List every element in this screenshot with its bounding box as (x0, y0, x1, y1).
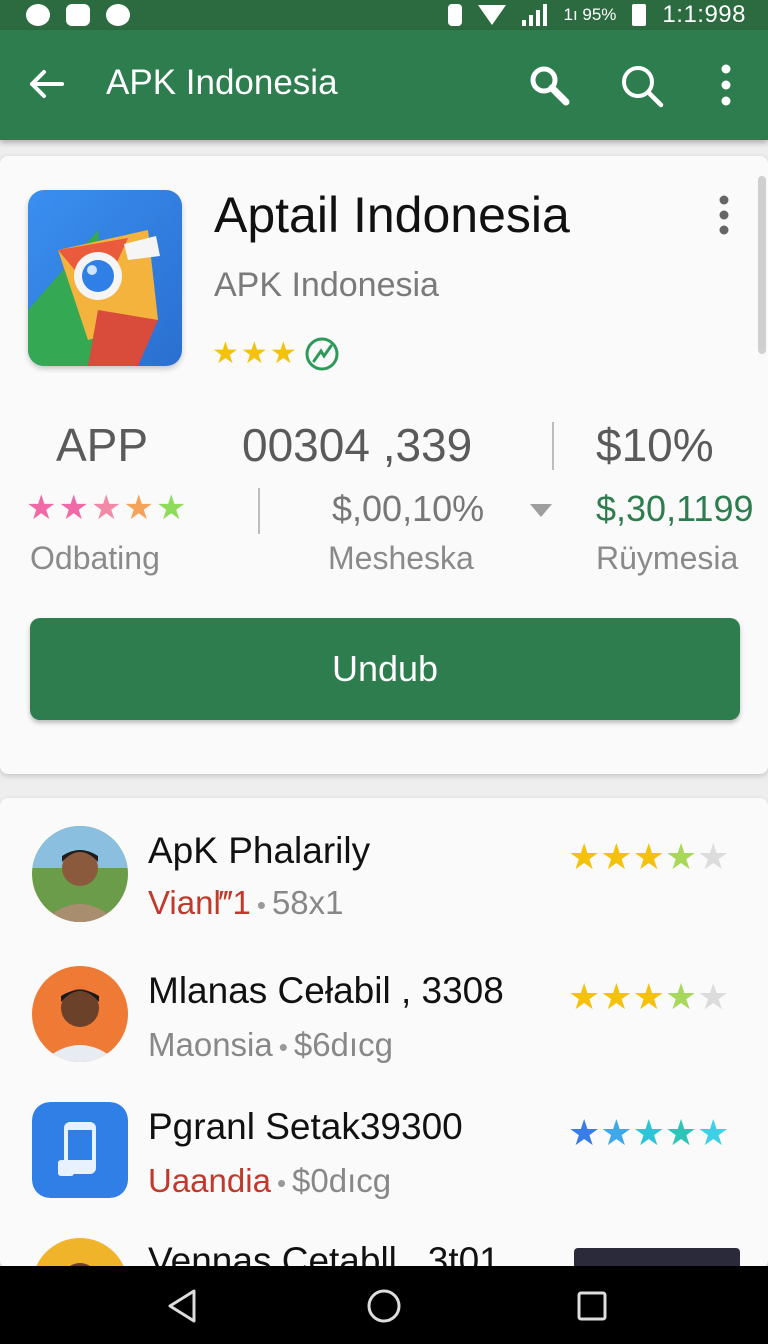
star-icon: ★ (632, 976, 665, 1017)
star-icon: ★ (568, 976, 601, 1017)
app-logo-icon[interactable] (28, 190, 182, 366)
battery-percent: 1ı 95% (563, 5, 617, 24)
list-item-meta-rest: 58x1 (271, 884, 344, 921)
stat-label-right: Rüymesia (596, 540, 739, 576)
home-circle-icon[interactable] (364, 1286, 404, 1326)
dot-separator: • (278, 1031, 288, 1062)
list-item-rating: ★ ★ ★ ★ ★ (568, 1112, 729, 1154)
stat-divider (258, 488, 260, 534)
list-item[interactable]: Vennas Cetabll , 3t01 (0, 1234, 768, 1268)
signal-icon (522, 4, 548, 26)
star-icon: ★ (155, 489, 187, 527)
stat-label-rating: Odbating (30, 540, 160, 576)
more-vert-icon[interactable] (710, 194, 738, 236)
app-stats: APP 00304 ,339 $10% ★ ★ ★ ★ ★ $,00,10% $… (0, 414, 768, 584)
list-item-title: Mlanas Cełabil , 3308 (148, 970, 504, 1011)
star-icon: ★ (600, 836, 633, 877)
scrollbar[interactable] (758, 176, 766, 354)
install-button[interactable]: Undub (30, 618, 740, 720)
list-item-title: ApK Phalarily (148, 830, 371, 871)
price-green: $,30,1199 (596, 488, 754, 529)
star-icon: ★ (212, 337, 239, 370)
recents-square-icon[interactable] (572, 1286, 612, 1326)
list-item[interactable]: Mlanas Cełabil , 3308 Maonsia • $6dıcg ★ ★… (0, 964, 768, 1104)
list-item-meta: Vianl‴1 • 58x1 (148, 884, 344, 922)
related-apps-list: ApK Phalarily Vianl‴1 • 58x1 ★ ★ ★ ★ ★ Mla… (0, 798, 768, 1268)
list-item-meta: Uaandia • $0dıcg (148, 1162, 391, 1200)
battery-icon (632, 4, 647, 26)
list-item-title: Pgranl Setak39300 (148, 1106, 463, 1147)
list-item-meta-rest: $6dıcg (293, 1026, 393, 1063)
app-bar: APK Indonesia (0, 30, 768, 140)
list-item-title: Vennas Cetabll , 3t01 (148, 1240, 500, 1268)
price-mid: $,00,10% (332, 488, 485, 529)
star-icon: ★ (26, 489, 57, 527)
rating-stars: ★ ★ ★ ★ ★ (26, 488, 186, 528)
app-publisher[interactable]: APK Indonesia (214, 266, 439, 305)
list-item-rating: ★ ★ ★ ★ ★ (568, 976, 729, 1018)
back-triangle-icon[interactable] (162, 1286, 202, 1326)
stat-label-middle: Mesheska (328, 540, 474, 576)
app-type-label: APP (56, 419, 149, 471)
star-icon: ★ (90, 489, 122, 527)
stat-divider (552, 422, 554, 470)
star-icon: ★ (632, 1112, 665, 1153)
app-bar-title: APK Indonesia (106, 63, 338, 102)
thumbnail-image (574, 1248, 740, 1268)
notification-shield-icon (106, 4, 130, 26)
list-item-rating: ★ ★ ★ ★ ★ (568, 836, 729, 878)
verified-leaf-icon (305, 337, 339, 370)
star-icon: ★ (600, 1112, 633, 1153)
download-count: 00304 ,339 (242, 419, 473, 471)
magnifier-icon[interactable] (528, 64, 570, 106)
star-icon: ★ (600, 976, 633, 1017)
star-icon: ★ (568, 1112, 601, 1153)
star-icon: ★ (240, 337, 268, 370)
app-rating: ★ ★ ★ (212, 336, 339, 371)
list-item[interactable]: ApK Phalarily Vianl‴1 • 58x1 ★ ★ ★ ★ ★ (0, 824, 768, 964)
system-nav-bar (0, 1266, 768, 1344)
star-icon: ★ (664, 976, 698, 1017)
star-icon: ★ (632, 836, 665, 877)
avatar (32, 966, 128, 1062)
dot-separator: • (256, 889, 266, 920)
star-icon: ★ (568, 836, 601, 877)
status-left-icons (26, 4, 130, 26)
price-top: $10% (596, 419, 714, 471)
avatar (32, 826, 128, 922)
avatar (32, 1238, 128, 1268)
star-icon: ★ (697, 1112, 730, 1153)
dropdown-triangle-icon[interactable] (530, 504, 552, 517)
list-item-meta-highlight: Vianl‴1 (148, 884, 251, 921)
notification-g-icon (26, 4, 50, 26)
search-icon[interactable] (620, 64, 664, 108)
status-right-icons: 1ı 95% 1:1:998 (448, 1, 746, 29)
list-item-meta-highlight: Uaandia (148, 1162, 271, 1199)
notification-image-icon (66, 4, 90, 26)
app-name: Aptail Indonesia (214, 187, 570, 243)
clock: 1:1:998 (662, 1, 746, 28)
arrow-left-icon[interactable] (26, 64, 66, 104)
list-item-meta: Maonsia • $6dıcg (148, 1026, 393, 1064)
status-bar: 1ı 95% 1:1:998 (0, 0, 768, 30)
star-outline-icon: ★ (697, 976, 730, 1017)
star-icon: ★ (664, 836, 698, 877)
star-icon: ★ (269, 337, 297, 370)
star-icon: ★ (123, 489, 154, 527)
list-item[interactable]: Pgranl Setak39300 Uaandia • $0dıcg ★ ★ ★ ★… (0, 1100, 768, 1240)
phone-app-icon (32, 1102, 128, 1198)
dot-separator: • (276, 1167, 287, 1198)
more-vert-icon[interactable] (712, 62, 740, 108)
star-icon: ★ (664, 1112, 698, 1153)
star-outline-icon: ★ (697, 836, 730, 877)
star-icon: ★ (58, 489, 89, 527)
list-item-meta-highlight: Maonsia (148, 1026, 273, 1063)
list-item-meta-rest: $0dıcg (292, 1162, 392, 1199)
wifi-icon (478, 5, 507, 25)
app-detail-card: Aptail Indonesia APK Indonesia ★ ★ ★ APP… (0, 156, 768, 774)
vibrate-icon (448, 4, 463, 26)
